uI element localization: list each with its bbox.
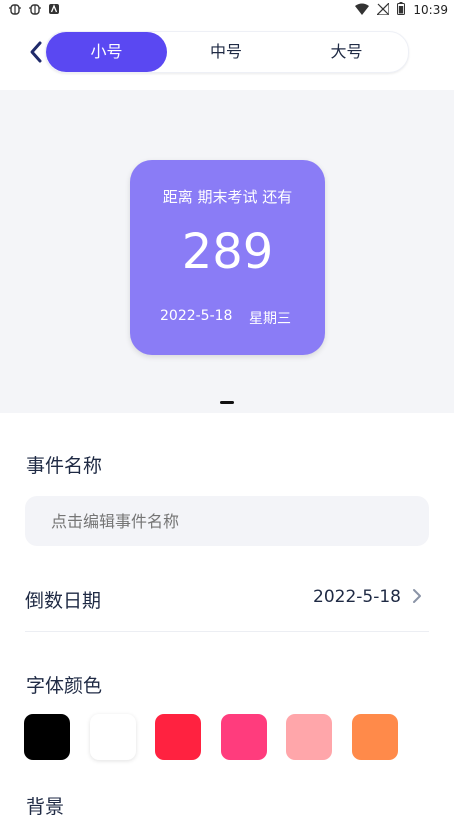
widget-days-count: 289 xyxy=(181,224,274,280)
color-swatch-light-pink[interactable] xyxy=(286,714,332,760)
status-bar: 10:39 xyxy=(0,0,454,20)
event-name-title: 事件名称 xyxy=(26,455,103,477)
countdown-widget-card: 距离 期末考试 还有 289 2022-5-18 星期三 xyxy=(130,160,325,355)
bug-icon xyxy=(8,2,22,19)
countdown-date-value: 2022-5-18 xyxy=(313,587,401,607)
color-swatch-orange[interactable] xyxy=(352,714,398,760)
status-left xyxy=(8,2,60,19)
event-name-input[interactable] xyxy=(25,496,429,546)
font-color-swatches xyxy=(24,714,444,762)
battery-icon xyxy=(397,2,406,18)
size-tab-medium[interactable]: 中号 xyxy=(167,32,285,72)
signal-off-icon xyxy=(375,1,391,18)
background-title: 背景 xyxy=(26,796,65,818)
countdown-date-row[interactable]: 倒数日期 2022-5-18 xyxy=(25,575,429,632)
app-notification-icon xyxy=(48,3,60,18)
color-swatch-pink[interactable] xyxy=(221,714,267,760)
wifi-icon xyxy=(355,3,370,18)
size-tab-large[interactable]: 大号 xyxy=(285,32,408,72)
chevron-right-icon xyxy=(413,589,421,603)
widget-preview-area: 距离 期末考试 还有 289 2022-5-18 星期三 xyxy=(0,90,454,413)
event-name-field xyxy=(25,496,429,546)
countdown-date-title: 倒数日期 xyxy=(25,590,102,612)
widget-label: 距离 期末考试 还有 xyxy=(162,188,293,206)
back-button[interactable] xyxy=(26,40,46,64)
widget-weekday: 星期三 xyxy=(249,311,291,327)
widget-date: 2022-5-18 xyxy=(160,308,233,324)
top-bar: 小号 中号 大号 xyxy=(0,20,454,90)
bug-icon xyxy=(28,2,42,19)
size-tab-small[interactable]: 小号 xyxy=(46,32,167,72)
color-swatch-red[interactable] xyxy=(155,714,201,760)
font-color-title: 字体颜色 xyxy=(26,675,103,697)
color-swatch-white[interactable] xyxy=(90,714,136,760)
size-segmented-control: 小号 中号 大号 xyxy=(45,31,409,73)
status-time: 10:39 xyxy=(413,3,448,17)
chevron-left-icon xyxy=(30,41,42,63)
status-right: 10:39 xyxy=(355,1,448,18)
page-indicator xyxy=(220,401,234,404)
color-swatch-black[interactable] xyxy=(24,714,70,760)
